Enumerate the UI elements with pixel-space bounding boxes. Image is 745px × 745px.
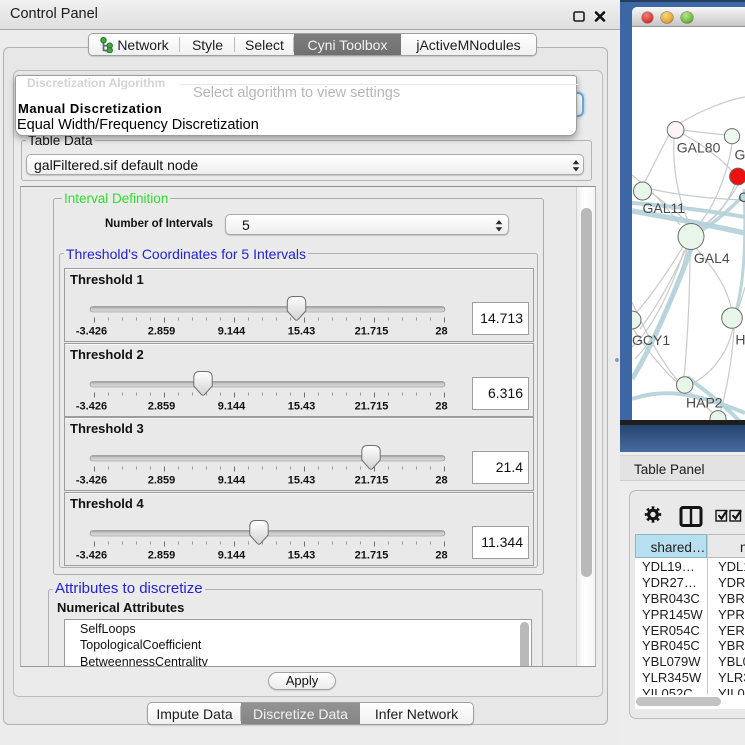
svg-text:GAL4: GAL4 xyxy=(694,250,730,266)
svg-text:15.43: 15.43 xyxy=(288,400,316,412)
svg-text:2.859: 2.859 xyxy=(148,400,176,412)
svg-text:9.144: 9.144 xyxy=(218,326,246,338)
svg-text:-3.426: -3.426 xyxy=(76,549,107,561)
svg-text:28: 28 xyxy=(435,326,447,338)
svg-text:H: H xyxy=(735,332,745,348)
svg-text:21.715: 21.715 xyxy=(355,400,389,412)
svg-text:GAL11: GAL11 xyxy=(643,200,686,216)
svg-text:21.715: 21.715 xyxy=(355,475,389,487)
svg-text:-3.426: -3.426 xyxy=(76,326,107,338)
svg-text:GCY1: GCY1 xyxy=(632,332,670,348)
svg-text:9.144: 9.144 xyxy=(218,400,246,412)
svg-text:2.859: 2.859 xyxy=(148,549,176,561)
svg-text:28: 28 xyxy=(435,400,447,412)
svg-text:21.715: 21.715 xyxy=(355,326,389,338)
svg-text:9.144: 9.144 xyxy=(218,549,246,561)
svg-text:21.715: 21.715 xyxy=(355,549,389,561)
svg-text:GA: GA xyxy=(735,147,745,163)
svg-text:C: C xyxy=(738,189,745,205)
svg-text:HAP2: HAP2 xyxy=(686,395,723,411)
svg-text:GAL80: GAL80 xyxy=(677,140,721,156)
svg-text:15.43: 15.43 xyxy=(288,475,316,487)
svg-text:28: 28 xyxy=(435,475,447,487)
svg-text:-3.426: -3.426 xyxy=(76,400,107,412)
svg-text:2.859: 2.859 xyxy=(148,326,176,338)
svg-text:-3.426: -3.426 xyxy=(76,475,107,487)
svg-text:28: 28 xyxy=(435,549,447,561)
svg-text:15.43: 15.43 xyxy=(288,549,316,561)
svg-text:2.859: 2.859 xyxy=(148,475,176,487)
svg-text:15.43: 15.43 xyxy=(288,326,316,338)
svg-text:9.144: 9.144 xyxy=(218,475,246,487)
